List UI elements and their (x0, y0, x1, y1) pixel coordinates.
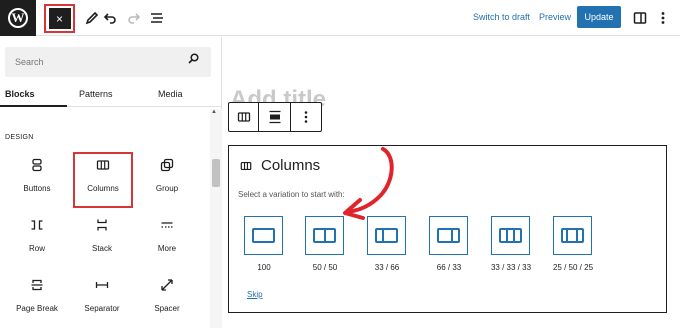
spacer-icon (137, 278, 197, 295)
more-options-icon (304, 111, 308, 123)
search-input[interactable]: Search (5, 47, 211, 77)
inserter-tabs: Blocks Patterns Media (0, 83, 222, 107)
block-type-button[interactable] (229, 103, 258, 131)
variation-100-icon (252, 228, 275, 243)
section-title-design: DESIGN (5, 134, 34, 141)
variation-label: 50 / 50 (312, 263, 338, 272)
wordpress-logo[interactable]: W (0, 0, 36, 36)
columns-placeholder: Columns Select a variation to start with… (228, 145, 667, 313)
align-icon (269, 110, 280, 124)
more-icon (137, 218, 197, 235)
annotation-arrow-icon (343, 147, 394, 220)
block-spacer[interactable]: Spacer (137, 272, 197, 328)
variation-50-50-icon (313, 228, 336, 243)
block-toolbar (228, 102, 322, 132)
search-icon (188, 53, 199, 67)
close-icon: × (48, 8, 71, 29)
variation-33-33-33-icon (499, 228, 522, 243)
buttons-icon (7, 158, 67, 175)
block-buttons[interactable]: Buttons (7, 152, 67, 208)
align-button[interactable] (259, 103, 290, 131)
block-label: Buttons (23, 184, 51, 193)
variation-100-button[interactable] (244, 216, 283, 255)
block-stack[interactable]: Stack (72, 212, 132, 268)
document-overview-icon[interactable] (147, 8, 167, 28)
tab-media[interactable]: Media (158, 89, 183, 99)
close-inserter-button[interactable]: × (44, 4, 75, 33)
tab-patterns[interactable]: Patterns (79, 89, 113, 99)
placeholder-title: Columns (261, 157, 321, 174)
row-icon (7, 218, 67, 235)
block-label: Columns (87, 184, 119, 193)
update-button[interactable]: Update (577, 6, 621, 28)
skip-link[interactable]: Skip (247, 290, 263, 299)
variation-33-66-icon (375, 228, 398, 243)
redo-icon[interactable] (124, 8, 144, 28)
scroll-up-icon[interactable]: ▲ (211, 109, 217, 115)
block-separator[interactable]: Separator (72, 272, 132, 328)
scrollbar[interactable]: ▲ (210, 109, 222, 328)
variation-66-33-button[interactable] (429, 216, 468, 255)
separator-icon (72, 278, 132, 295)
placeholder-description: Select a variation to start with: (238, 190, 345, 199)
block-label: More (157, 244, 177, 253)
variation-33-33-33-button[interactable] (491, 216, 530, 255)
undo-icon[interactable] (100, 8, 120, 28)
block-label: Row (28, 244, 45, 253)
block-label: Separator (84, 304, 120, 313)
active-tab-indicator (0, 105, 67, 107)
tab-blocks[interactable]: Blocks (5, 89, 35, 99)
block-group[interactable]: Group (137, 152, 197, 208)
block-row[interactable]: Row (7, 212, 67, 268)
block-label: Page Break (16, 304, 58, 313)
block-more[interactable]: More (137, 212, 197, 268)
more-options-icon[interactable] (653, 8, 673, 28)
scrollbar-thumb[interactable] (212, 159, 220, 187)
wordpress-icon: W (8, 8, 28, 28)
variation-label: 25 / 50 / 25 (552, 263, 594, 272)
variation-label: 100 (257, 263, 271, 272)
switch-to-draft-button[interactable]: Switch to draft (473, 12, 530, 22)
block-label: Group (155, 184, 179, 193)
search-placeholder: Search (15, 57, 44, 67)
page-break-icon (7, 278, 67, 295)
block-label: Spacer (154, 304, 180, 313)
stack-icon (72, 218, 132, 235)
variation-label: 66 / 33 (436, 263, 462, 272)
pencil-icon[interactable] (82, 8, 102, 28)
variation-label: 33 / 33 / 33 (490, 263, 532, 272)
variation-66-33-icon (437, 228, 460, 243)
columns-icon (73, 158, 133, 175)
block-columns[interactable]: Columns (73, 152, 133, 208)
block-options-button[interactable] (291, 103, 321, 131)
group-icon (137, 158, 197, 175)
settings-panel-icon[interactable] (630, 8, 650, 28)
variation-label: 33 / 66 (374, 263, 400, 272)
columns-icon (240, 160, 252, 175)
block-label: Stack (91, 244, 112, 253)
preview-button[interactable]: Preview (539, 12, 571, 22)
top-toolbar: W × Switch to draft Preview Update (0, 0, 680, 36)
columns-icon (237, 112, 250, 122)
block-page-break[interactable]: Page Break (7, 272, 67, 328)
variation-25-50-25-button[interactable] (553, 216, 592, 255)
block-inserter-panel: Search Blocks Patterns Media ▲ DESIGN Bu… (0, 37, 222, 328)
variation-25-50-25-icon (561, 228, 584, 243)
